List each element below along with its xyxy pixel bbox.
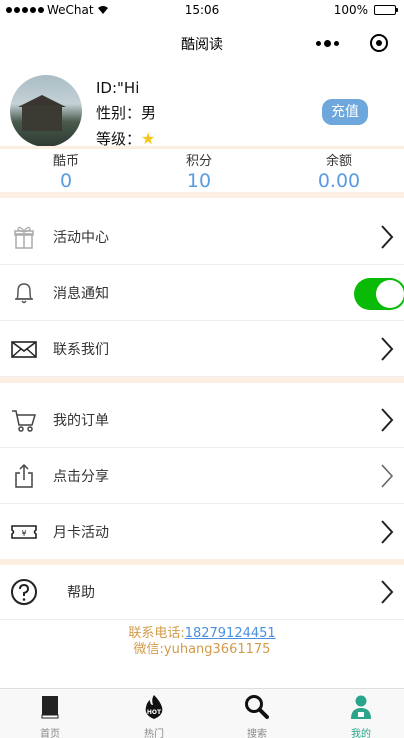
section-divider [0, 192, 404, 198]
menu-label: 月卡活动 [53, 525, 109, 541]
stat-balance[interactable]: 余额 0.00 [299, 150, 379, 192]
bell-icon [15, 283, 33, 304]
more-icon[interactable] [316, 39, 339, 47]
tab-home[interactable]: 首页 [10, 691, 90, 738]
menu-label: 我的订单 [53, 413, 109, 429]
menu-label: 联系我们 [53, 342, 109, 358]
tab-label: 热门 [144, 729, 164, 738]
ticket-icon: ¥ [11, 525, 37, 539]
mail-icon [11, 341, 37, 358]
avatar[interactable] [10, 75, 82, 147]
menu-item-share[interactable]: 点击分享 [0, 448, 404, 504]
tab-mine[interactable]: 我的 [321, 691, 401, 738]
menu-item-help[interactable]: 帮助 [0, 564, 404, 620]
tab-search[interactable]: 搜索 [217, 691, 297, 738]
user-icon [351, 695, 371, 719]
contact-info: 联系电话:18279124451 微信:yuhang3661175 [0, 626, 404, 658]
help-icon [11, 579, 37, 605]
stat-label: 积分 [185, 154, 212, 169]
divider [0, 146, 404, 149]
stat-value: 0 [59, 170, 73, 192]
notify-toggle[interactable] [354, 278, 404, 310]
miniapp-capsule [310, 30, 394, 56]
menu-label: 帮助 [67, 585, 95, 601]
stat-value: 10 [186, 170, 212, 192]
menu-item-orders[interactable]: 我的订单 [0, 392, 404, 448]
search-icon [245, 695, 269, 719]
chevron-right-icon [381, 464, 394, 488]
profile-card: ID:"Hi 性别：男 等级：★ 充值 [0, 72, 404, 148]
recharge-button[interactable]: 充值 [322, 99, 368, 125]
chevron-right-icon [381, 337, 394, 361]
tab-hot[interactable]: HOT 热门 [114, 691, 194, 738]
stat-value: 0.00 [317, 170, 361, 192]
stat-label: 余额 [325, 154, 352, 169]
battery-label: 100% [333, 3, 368, 17]
tab-bar: 首页 HOT 热门 搜索 我的 [0, 688, 404, 738]
menu-item-activity[interactable]: 活动中心 [0, 209, 404, 265]
svg-text:HOT: HOT [147, 709, 162, 716]
stat-points[interactable]: 积分 10 [159, 150, 239, 192]
menu-item-monthly[interactable]: ¥ 月卡活动 [0, 504, 404, 560]
status-bar: WeChat 15:06 100% [0, 0, 404, 20]
close-miniapp-icon[interactable] [370, 34, 388, 52]
nav-bar: 酷阅读 [0, 22, 404, 62]
user-id: ID:"Hi [96, 79, 140, 97]
hot-flame-icon: HOT [145, 695, 163, 719]
section-divider [0, 377, 404, 383]
menu-label: 活动中心 [53, 230, 109, 246]
menu-item-contact[interactable]: 联系我们 [0, 321, 404, 377]
phone-link[interactable]: 18279124451 [185, 626, 276, 641]
chevron-right-icon [381, 225, 394, 249]
battery-icon [374, 5, 398, 15]
tab-label: 搜索 [247, 729, 267, 738]
tab-label: 首页 [40, 729, 60, 738]
tab-label: 我的 [351, 729, 371, 738]
gift-icon [14, 226, 34, 249]
menu-label: 消息通知 [53, 286, 109, 302]
chevron-right-icon [381, 580, 394, 604]
wechat-id: 微信:yuhang3661175 [133, 642, 271, 657]
stat-label: 酷币 [52, 154, 79, 169]
stat-coins[interactable]: 酷币 0 [26, 150, 106, 192]
menu-item-notify[interactable]: 消息通知 [0, 265, 404, 321]
chevron-right-icon [381, 408, 394, 432]
cart-icon [12, 410, 37, 432]
user-gender: 性别：男 [96, 104, 157, 122]
book-icon [41, 696, 59, 719]
share-icon [15, 463, 33, 488]
phone-label: 联系电话: [128, 626, 185, 641]
menu-label: 点击分享 [53, 469, 109, 485]
svg-text:¥: ¥ [21, 529, 26, 538]
stats-bar: 酷币 0 积分 10 余额 0.00 [0, 150, 404, 192]
chevron-right-icon [381, 520, 394, 544]
